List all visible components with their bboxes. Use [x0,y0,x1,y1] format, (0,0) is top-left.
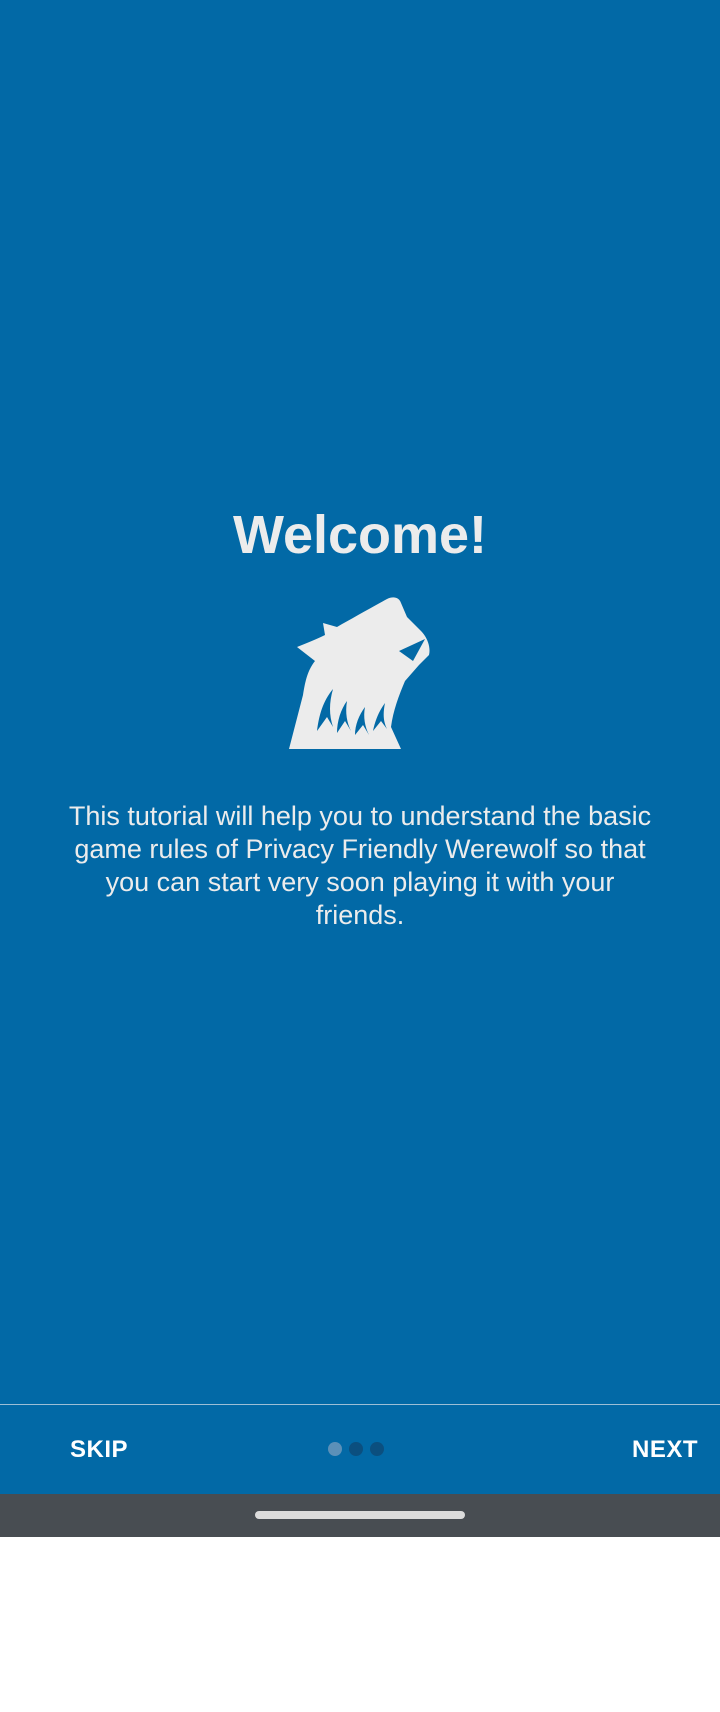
tutorial-navigation-bar: SKIP NEXT [0,1405,720,1494]
home-gesture-handle[interactable] [255,1511,465,1519]
skip-button[interactable]: SKIP [66,1405,132,1494]
next-button[interactable]: NEXT [628,1405,702,1494]
tutorial-screen: Welcome! This tutorial will help you to … [0,0,720,1494]
page-indicator-dot-1 [328,1442,342,1456]
system-navigation-bar [0,1494,720,1537]
page-indicator-dot-2 [349,1442,363,1456]
tutorial-description: This tutorial will help you to understan… [68,801,652,930]
page-title: Welcome! [232,505,488,565]
werewolf-howling-icon [289,597,431,749]
page-indicator [328,1442,384,1456]
tutorial-page[interactable]: Welcome! This tutorial will help you to … [0,0,720,1404]
page-indicator-dot-3 [370,1442,384,1456]
screen: Welcome! This tutorial will help you to … [0,0,720,1712]
